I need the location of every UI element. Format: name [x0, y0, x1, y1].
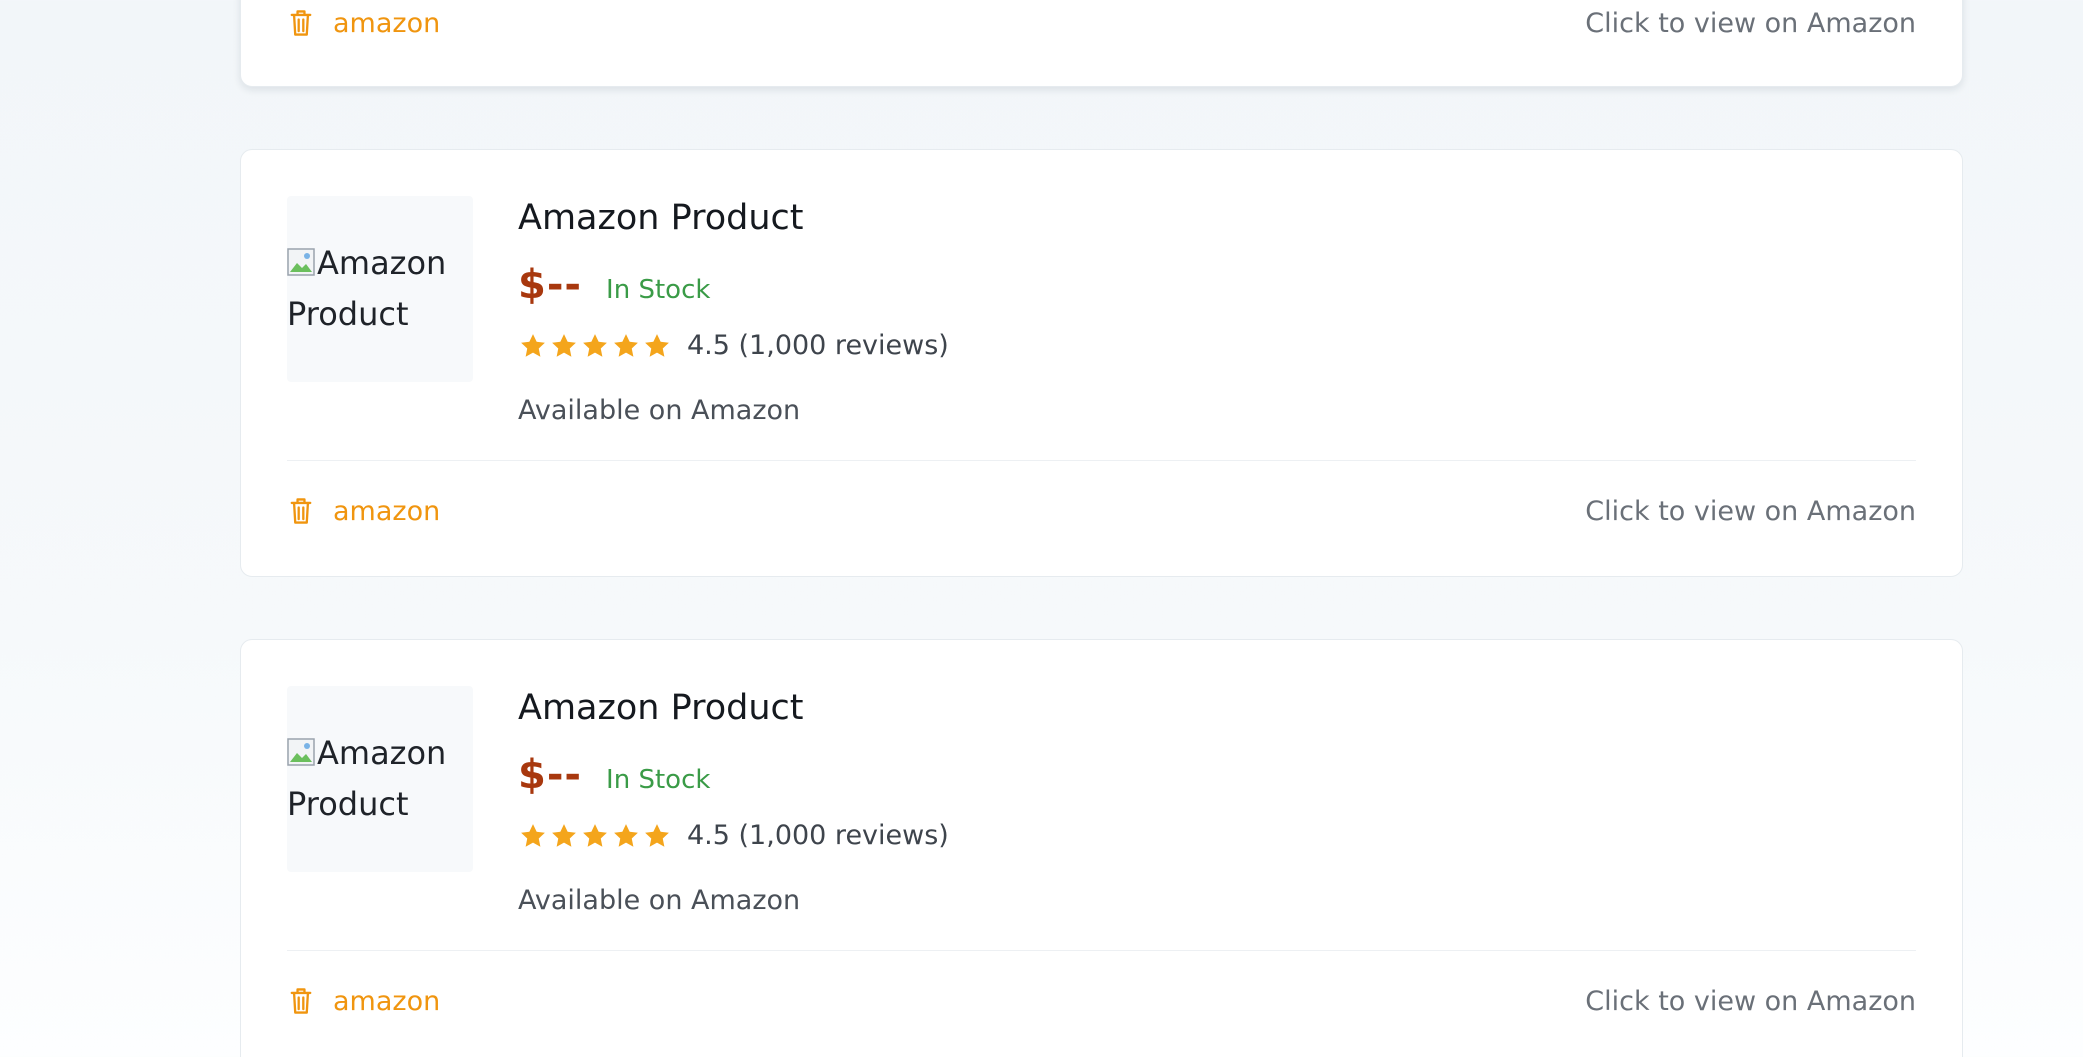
star-icon [583, 333, 607, 357]
product-card[interactable]: Amazon Product Amazon Product $-- In Sto… [240, 639, 1963, 1057]
product-image[interactable]: Amazon Product [287, 686, 473, 872]
trash-icon[interactable] [287, 986, 315, 1016]
product-image[interactable]: Amazon Product [287, 196, 473, 382]
view-on-amazon-link[interactable]: Click to view on Amazon [1585, 496, 1916, 527]
star-icon [552, 333, 576, 357]
trash-icon[interactable] [287, 496, 315, 526]
star-icon [521, 823, 545, 847]
stock-status: In Stock [606, 765, 711, 795]
trash-icon[interactable] [287, 8, 315, 38]
availability-text: Available on Amazon [518, 395, 801, 426]
product-card-footer: amazon Click to view on Amazon [287, 1, 1916, 45]
star-icon [645, 823, 669, 847]
star-icon [645, 333, 669, 357]
product-title[interactable]: Amazon Product [518, 688, 803, 728]
product-title[interactable]: Amazon Product [518, 198, 803, 238]
product-card[interactable]: amazon Click to view on Amazon [240, 0, 1963, 87]
availability-text: Available on Amazon [518, 885, 801, 916]
product-price: $-- [518, 262, 583, 308]
star-rating [518, 821, 673, 851]
store-tag: amazon [287, 8, 440, 39]
star-icon [552, 823, 576, 847]
rating-text: 4.5 (1,000 reviews) [687, 330, 949, 361]
star-rating [518, 331, 673, 361]
card-divider [287, 460, 1916, 461]
stock-status: In Stock [606, 275, 711, 305]
broken-image-icon [287, 248, 315, 276]
rating-row: 4.5 (1,000 reviews) [518, 330, 949, 361]
view-on-amazon-link[interactable]: Click to view on Amazon [1585, 986, 1916, 1017]
star-icon [614, 823, 638, 847]
star-icon [521, 333, 545, 357]
store-tag: amazon [287, 986, 440, 1017]
view-on-amazon-link[interactable]: Click to view on Amazon [1585, 8, 1916, 39]
price-row: $-- In Stock [518, 752, 710, 798]
product-card-footer: amazon Click to view on Amazon [287, 979, 1916, 1023]
star-icon [583, 823, 607, 847]
card-divider [287, 950, 1916, 951]
broken-image-icon [287, 738, 315, 766]
product-card[interactable]: Amazon Product Amazon Product $-- In Sto… [240, 149, 1963, 577]
product-card-footer: amazon Click to view on Amazon [287, 489, 1916, 533]
rating-text: 4.5 (1,000 reviews) [687, 820, 949, 851]
price-row: $-- In Stock [518, 262, 710, 308]
store-label: amazon [333, 495, 441, 527]
store-label: amazon [333, 985, 441, 1017]
store-label: amazon [333, 7, 441, 39]
star-icon [614, 333, 638, 357]
product-price: $-- [518, 752, 583, 798]
store-tag: amazon [287, 496, 440, 527]
rating-row: 4.5 (1,000 reviews) [518, 820, 949, 851]
